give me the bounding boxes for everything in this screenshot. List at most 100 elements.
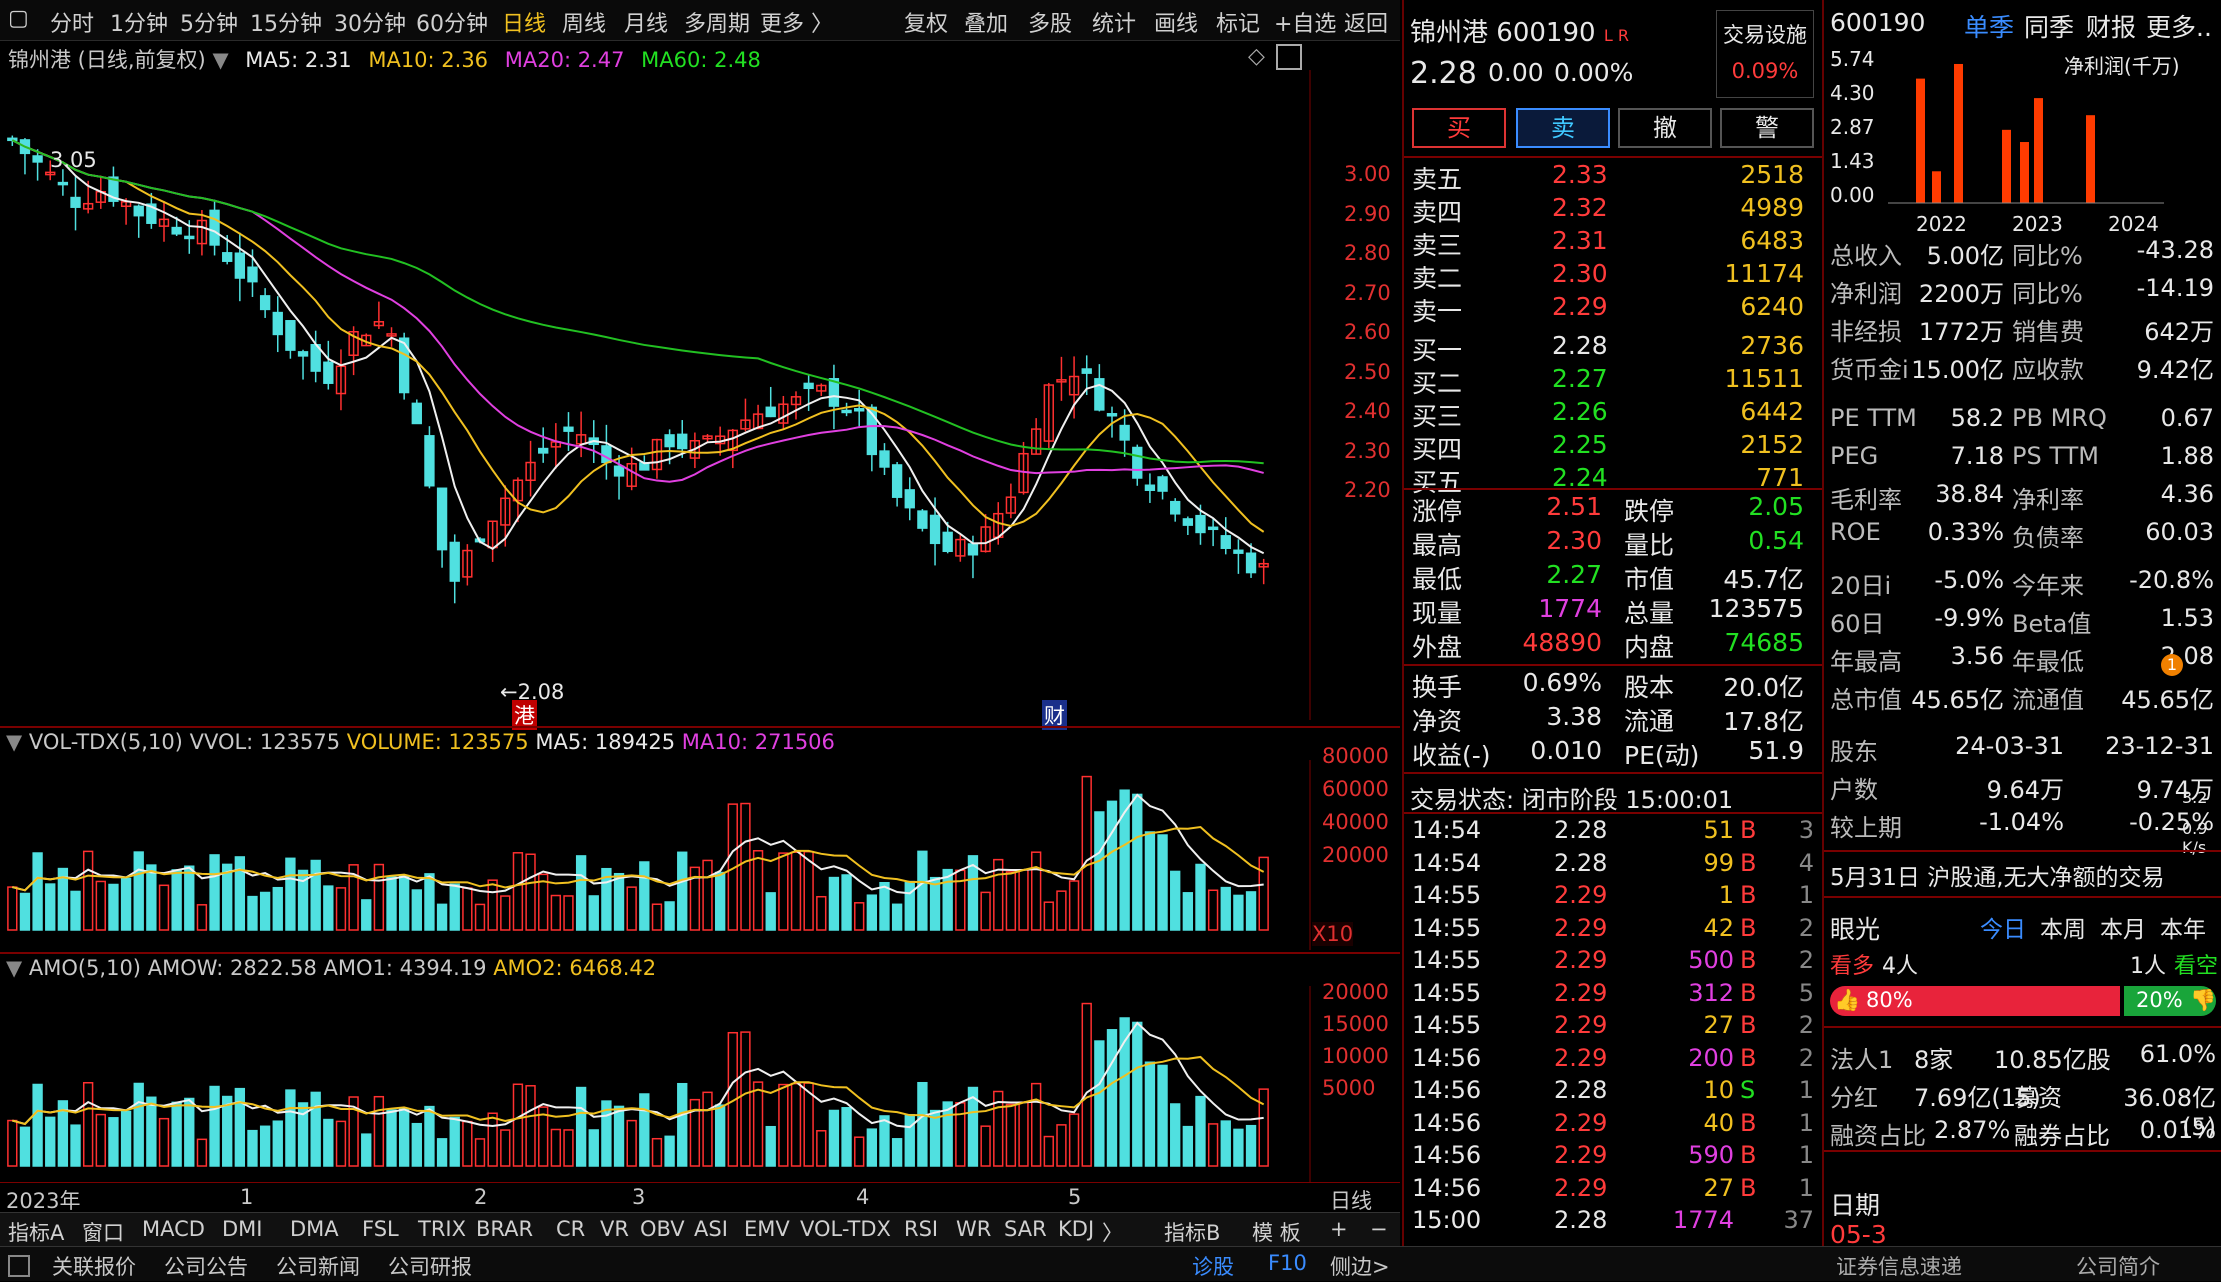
action-button[interactable]: +自选 (1274, 6, 1336, 38)
period-tab[interactable]: 5分钟 (180, 6, 238, 38)
window-icon[interactable] (8, 1255, 30, 1277)
speed-val: 0.9 (2182, 819, 2208, 838)
tick-time: 14:55 (1412, 913, 1482, 942)
tick-time: 14:56 (1412, 1076, 1482, 1104)
sentiment-tab[interactable]: 本月 (2100, 910, 2146, 944)
amount-bar (1106, 1029, 1118, 1167)
volume-bar (917, 850, 928, 931)
f10-bottom-tab[interactable]: 公司简介 (2076, 1251, 2160, 1281)
indicator-tab[interactable]: FSL (362, 1217, 399, 1241)
f10-tab[interactable]: 财报 (2086, 8, 2136, 44)
indicator-tab[interactable]: OBV (640, 1217, 685, 1241)
indicator-tab[interactable]: BRAR (476, 1217, 533, 1241)
f10-value: -9.9% (1934, 604, 2004, 632)
news-line[interactable]: 5月31日 沪股通,无大净额的交易 (1830, 858, 2165, 892)
amount-bar (563, 1129, 574, 1167)
indicator-tab[interactable]: + (1330, 1217, 1348, 1241)
sentiment-tab[interactable]: 本周 (2040, 910, 2086, 944)
chevron-down-icon[interactable]: ▼ (6, 956, 22, 980)
action-button[interactable]: 复权 (904, 6, 948, 38)
bottom-tab[interactable]: 诊股 (1192, 1251, 1234, 1281)
alert-button[interactable]: 警 (1720, 108, 1814, 148)
buy-button[interactable]: 买 (1412, 108, 1506, 148)
action-button[interactable]: 返回 (1344, 6, 1388, 38)
volume-bar (1144, 831, 1156, 931)
volume-bar (171, 869, 182, 931)
trade-settings-box[interactable]: 交易设施 0.09% (1716, 10, 1814, 98)
indicator-tab[interactable]: RSI (904, 1217, 938, 1241)
candle-body (171, 226, 182, 235)
volume-bar (955, 869, 966, 931)
indicator-tab[interactable]: 指标A (8, 1217, 64, 1247)
amount-bar (575, 1086, 587, 1167)
panel-toggle-icon[interactable] (1276, 44, 1302, 70)
bottom-tab[interactable]: 公司公告 (164, 1251, 248, 1281)
amount-bar (1233, 1128, 1244, 1167)
tick-time: 14:55 (1412, 881, 1482, 909)
period-tab[interactable]: 15分钟 (250, 6, 322, 38)
amount-chart[interactable] (0, 986, 1400, 1182)
amount-bar (247, 1129, 258, 1167)
bottom-tab[interactable]: F10 (1268, 1251, 1307, 1275)
period-tab[interactable]: 月线 (624, 6, 668, 38)
info-badge-icon[interactable]: 1 (2161, 654, 2183, 676)
period-tab-active[interactable]: 日线 (502, 6, 546, 38)
indicator-tab[interactable]: TRIX (418, 1217, 466, 1241)
candlestick-chart[interactable] (0, 70, 1400, 720)
period-tab[interactable]: 1分钟 (110, 6, 168, 38)
volume-chart[interactable] (0, 760, 1400, 950)
indicator-tab[interactable]: 窗口 (82, 1217, 124, 1247)
indicator-tab[interactable]: ASI (694, 1217, 728, 1241)
bottom-tab[interactable]: 公司研报 (388, 1251, 472, 1281)
indicator-tab[interactable]: DMI (222, 1217, 262, 1241)
indicator-tab[interactable]: DMA (290, 1217, 339, 1241)
action-button[interactable]: 统计 (1092, 6, 1136, 38)
indicator-tab[interactable]: KDJ (1058, 1217, 1094, 1241)
action-button[interactable]: 标记 (1216, 6, 1260, 38)
f10-tab[interactable]: 同季 (2024, 8, 2074, 44)
bottom-tab[interactable]: 侧边> (1330, 1251, 1390, 1281)
sentiment-tab[interactable]: 本年 (2160, 910, 2206, 944)
f10-value: 9.42亿 (2136, 356, 2214, 384)
indicator-tab[interactable]: 〉 (1102, 1217, 1123, 1247)
diamond-icon[interactable]: ◇ (1248, 44, 1265, 69)
indicator-tab[interactable]: EMV (744, 1217, 790, 1241)
period-tab[interactable]: 周线 (562, 6, 606, 38)
bull-bar[interactable]: 👍 80% (1830, 986, 2120, 1016)
indicator-tab[interactable]: MACD (142, 1217, 205, 1241)
window-icon[interactable]: ▢ (8, 6, 29, 31)
bottom-tab[interactable]: 公司新闻 (276, 1251, 360, 1281)
bear-bar[interactable]: 20% 👎 (2124, 986, 2216, 1016)
tick-price: 2.29 (1554, 881, 1608, 909)
indicator-tab[interactable]: SAR (1004, 1217, 1047, 1241)
indicator-tab[interactable]: WR (956, 1217, 991, 1241)
period-tab[interactable]: 60分钟 (416, 6, 488, 38)
action-button[interactable]: 多股 (1028, 6, 1072, 38)
period-tab[interactable]: 更多 〉 (760, 6, 833, 38)
sell-button[interactable]: 卖 (1516, 108, 1610, 148)
indicator-tab[interactable]: VOL-TDX (800, 1217, 891, 1241)
indicator-tab[interactable]: 指标B (1164, 1217, 1220, 1247)
indicator-tab[interactable]: VR (600, 1217, 629, 1241)
period-tab[interactable]: 30分钟 (334, 6, 406, 38)
indicator-tab[interactable]: 模 板 (1252, 1217, 1301, 1247)
tick-time: 14:55 (1412, 978, 1482, 1007)
period-tab[interactable]: 分时 (50, 6, 94, 38)
amount-bar (1081, 1002, 1092, 1167)
f10-tab[interactable]: 更多.. (2146, 8, 2212, 44)
action-button[interactable]: 叠加 (964, 6, 1008, 38)
f10-value: -5.0% (1934, 566, 2004, 594)
indicator-tab[interactable]: CR (556, 1217, 585, 1241)
f10-tab-active[interactable]: 单季 (1964, 8, 2014, 44)
action-button[interactable]: 画线 (1154, 6, 1198, 38)
tick-price: 2.29 (1554, 978, 1608, 1007)
cancel-button[interactable]: 撤 (1618, 108, 1712, 148)
chevron-down-icon[interactable]: ▼ (6, 730, 22, 754)
chevron-down-icon[interactable]: ▼ (212, 48, 228, 72)
period-tab[interactable]: 多周期 (684, 6, 750, 38)
f10-bottom-tab[interactable]: 证券信息速递 (1836, 1251, 1962, 1281)
indicator-tab[interactable]: − (1370, 1217, 1388, 1241)
f10-value: 8家 (1914, 1046, 1954, 1074)
bottom-tab[interactable]: 关联报价 (52, 1251, 136, 1281)
sentiment-tab-active[interactable]: 今日 (1980, 910, 2026, 944)
